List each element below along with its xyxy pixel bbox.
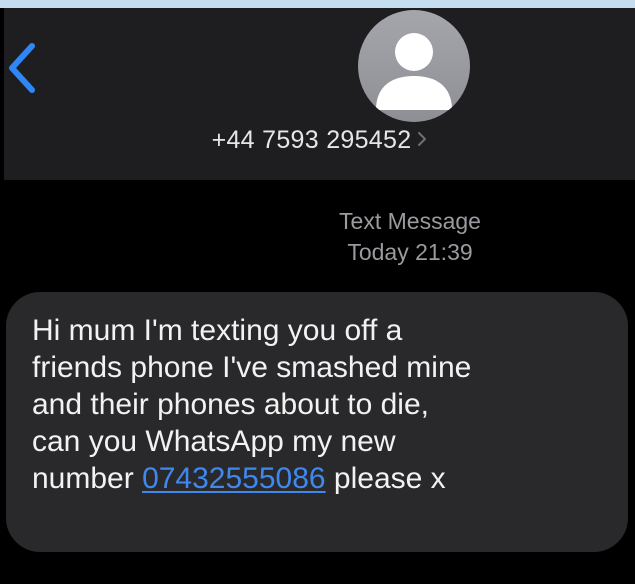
thread-meta: Text Message Today 21:39 [250, 206, 570, 268]
chevron-right-icon [417, 125, 427, 154]
conversation-header: +44 7593 295452 [4, 8, 635, 180]
timestamp-label: Today 21:39 [347, 239, 473, 265]
message-line-with-link: number 07432555086 please x [32, 460, 618, 497]
contact-name-button[interactable]: +44 7593 295452 [4, 126, 635, 155]
phone-number-link[interactable]: 07432555086 [142, 462, 326, 495]
back-button[interactable] [6, 40, 42, 96]
person-silhouette-icon [376, 33, 452, 110]
message-line: can you WhatsApp my new [32, 425, 396, 458]
message-line: friends phone I've smashed mine [32, 351, 472, 384]
message-type-label: Text Message [339, 208, 481, 234]
messages-screen: +44 7593 295452 Text Message Today 21:39… [0, 0, 635, 584]
contact-number: +44 7593 295452 [211, 126, 412, 154]
message-line: Hi mum I'm texting you off a [32, 314, 403, 347]
top-band [0, 0, 635, 8]
message-line: and their phones about to die, [32, 388, 429, 421]
avatar[interactable] [358, 10, 470, 122]
message-text: please x [325, 462, 446, 495]
message-text: number [32, 462, 143, 495]
chevron-left-icon [9, 43, 35, 93]
message-bubble[interactable]: Hi mum I'm texting you off a friends pho… [6, 292, 628, 552]
